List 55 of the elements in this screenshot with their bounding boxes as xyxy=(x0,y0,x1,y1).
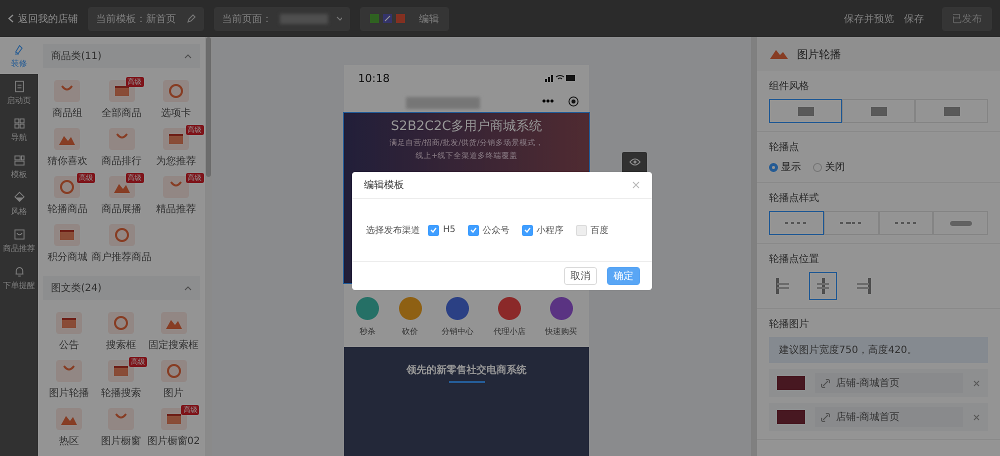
section-title: 组件风格 xyxy=(769,80,810,93)
nav-item[interactable]: 导航 xyxy=(0,111,38,148)
shortcut-label: 分销中心 xyxy=(441,326,474,337)
section-title: 轮播点 xyxy=(769,140,800,154)
component-item[interactable]: 公告 xyxy=(43,308,96,356)
section-title: 轮播图片 xyxy=(769,318,810,331)
checkbox-label: H5 xyxy=(443,225,456,235)
component-item[interactable]: 商品组 xyxy=(43,76,92,124)
radio-label: 显示 xyxy=(781,161,801,174)
component-item[interactable]: 搜索框 xyxy=(95,308,148,356)
component-item[interactable]: 积分商城 xyxy=(43,220,92,268)
nav-item[interactable]: 下单提醒 xyxy=(0,259,38,296)
size-hint: 建议图片宽度750，高度420。 xyxy=(769,337,988,363)
back-link[interactable]: 返回我的店铺 xyxy=(18,12,78,26)
component-item[interactable]: 固定搜索框 xyxy=(147,308,200,356)
dialog-button[interactable]: 取消 xyxy=(564,267,597,285)
edit-link[interactable]: 编辑 xyxy=(419,12,439,26)
component-item[interactable]: 图片橱窗 xyxy=(95,404,148,452)
component-item[interactable]: 商品排行 xyxy=(92,124,152,172)
checkbox-label: 公众号 xyxy=(482,224,510,236)
template-field[interactable]: 当前模板：新首页 xyxy=(88,6,204,30)
field-label: 选择发布渠道 xyxy=(366,224,420,236)
component-item[interactable]: 商户推荐商品 xyxy=(92,220,152,268)
component-item[interactable]: 猜你喜欢 xyxy=(43,124,92,172)
shortcut-label: 砍价 xyxy=(402,326,418,337)
checkbox-label: 百度 xyxy=(590,224,608,236)
group-header[interactable]: 商品类(11) xyxy=(43,44,200,68)
shortcut-label: 秒杀 xyxy=(359,326,376,337)
nav-item[interactable]: 商品推荐 xyxy=(0,222,38,259)
nav-item[interactable]: 模板 xyxy=(0,148,38,185)
nav-item[interactable]: 装修 xyxy=(0,37,38,74)
component-item[interactable]: 选项卡 xyxy=(152,76,200,124)
component-item[interactable]: 图片轮播 xyxy=(43,356,96,404)
status-time: 10:18 xyxy=(358,72,390,85)
page-select[interactable]: 当前页面： xyxy=(214,6,350,30)
dialog-button[interactable]: 确定 xyxy=(607,267,640,285)
component-item[interactable]: 图片 xyxy=(147,356,200,404)
panel-title: 图片轮播 xyxy=(797,46,841,62)
link-field[interactable]: 店铺-商城首页 xyxy=(815,407,963,427)
radio-label: 关闭 xyxy=(825,160,845,174)
nav-item[interactable]: 风格 xyxy=(0,185,38,222)
checkbox-label: 小程序 xyxy=(536,224,564,236)
save-preview-link[interactable]: 保存并预览 xyxy=(844,12,894,26)
link-field[interactable]: 店铺-商城首页 xyxy=(815,373,963,393)
shortcut-label: 快速购买 xyxy=(545,326,578,337)
modal-title: 编辑模板 xyxy=(364,178,404,192)
component-item[interactable]: 热区 xyxy=(43,404,96,452)
section-title: 轮播点样式 xyxy=(769,192,820,205)
promo-title: 领先的新零售社交电商系统 xyxy=(406,363,526,377)
group-header[interactable]: 图文类(24) xyxy=(43,276,200,300)
section-title: 轮播点位置 xyxy=(769,252,820,266)
banner-title: S2B2C2C多用户商城系统 xyxy=(390,118,542,136)
nav-item[interactable]: 启动页 xyxy=(0,74,38,111)
save-link[interactable]: 保存 xyxy=(904,12,924,26)
shortcut-label: 代理小店 xyxy=(493,326,526,337)
